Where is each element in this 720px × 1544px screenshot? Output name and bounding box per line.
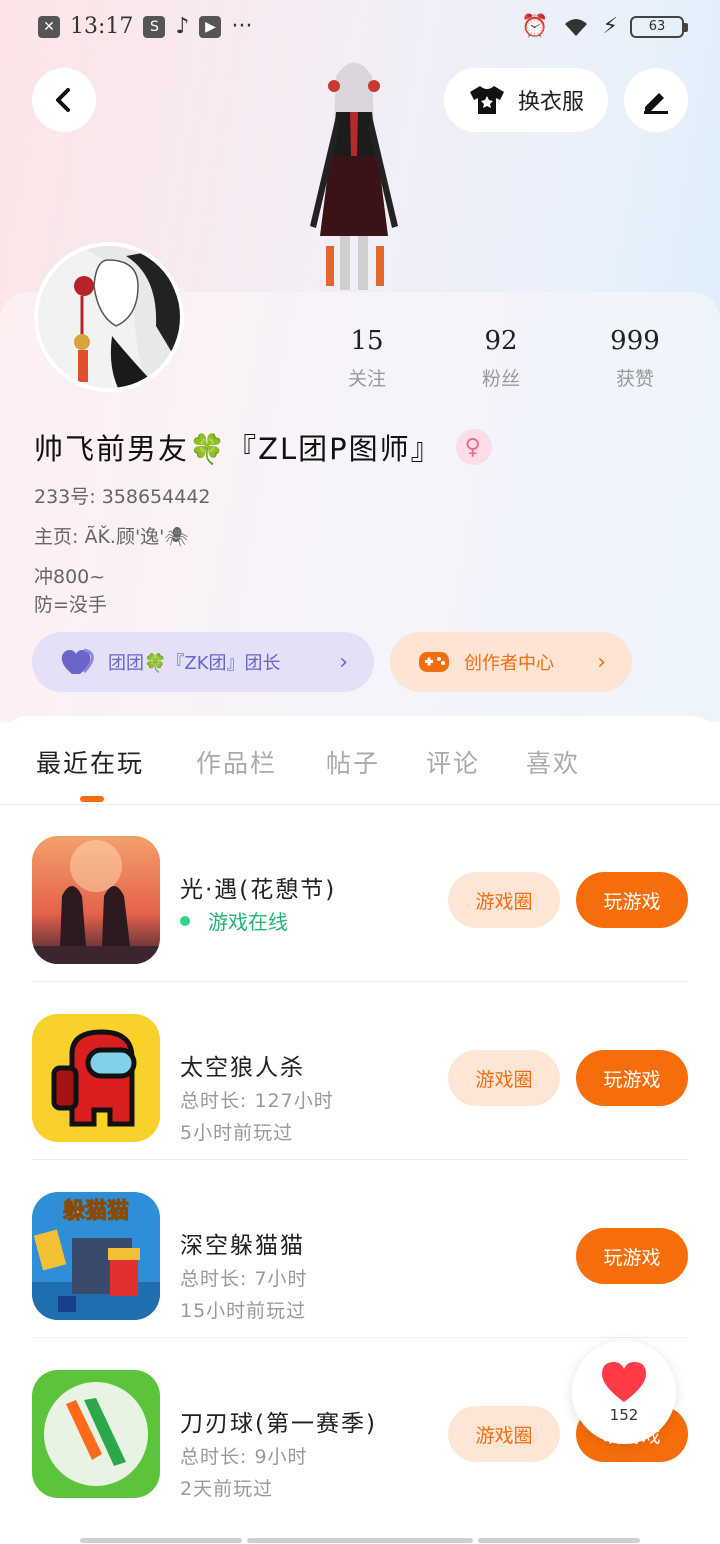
nickname: 帅飞前男友🍀『ZL团P图师』 xyxy=(34,432,442,466)
followers-stat[interactable]: 92 粉丝 xyxy=(434,326,568,391)
battery-level: 63 xyxy=(648,19,666,34)
game-circle-button[interactable]: 游戏圈 xyxy=(448,1050,560,1106)
tshirt-icon xyxy=(469,86,504,114)
active-tab-indicator xyxy=(80,796,104,802)
likes-label: 获赞 xyxy=(615,368,654,390)
bio-line-1: 冲800~ xyxy=(34,566,106,588)
game-icon-among-us[interactable] xyxy=(32,1014,160,1142)
charging-icon: ⚡ xyxy=(602,14,618,39)
edit-profile-button[interactable] xyxy=(624,68,688,132)
game-name: 光·遇(花憩节) xyxy=(180,877,337,903)
heart-icon xyxy=(602,1362,646,1402)
followers-count: 92 xyxy=(484,326,518,356)
profile-tabs: 最近在玩 作品栏 帖子 评论 喜欢 xyxy=(0,716,720,805)
avatar-image xyxy=(38,246,180,388)
homepage-line: 主页: ÃǨ.顾'逸'🕷 xyxy=(34,526,189,548)
user-avatar[interactable] xyxy=(34,242,184,392)
scroll-indicator-segment xyxy=(478,1538,640,1543)
character-figure[interactable] xyxy=(296,56,412,292)
game-name: 深空躲猫猫 xyxy=(180,1233,305,1259)
game-icon-sky[interactable] xyxy=(32,836,160,964)
scroll-indicator-segment xyxy=(80,1538,242,1543)
more-notifications-icon: ··· xyxy=(231,14,253,39)
following-count: 15 xyxy=(350,326,384,356)
close-notification-icon: ✕ xyxy=(38,15,60,38)
game-circle-button[interactable]: 游戏圈 xyxy=(448,1406,560,1462)
game-name: 刀刃球(第一赛季) xyxy=(180,1411,377,1437)
list-item[interactable]: 躲猫猫 深空躲猫猫 总时长: 7小时 15小时前玩过 玩游戏 xyxy=(32,1160,688,1338)
heart-group-icon xyxy=(61,648,94,674)
play-game-button[interactable]: 玩游戏 xyxy=(576,1228,688,1284)
likes-count: 999 xyxy=(610,326,660,356)
user-id: 233号: 358654442 xyxy=(34,486,211,508)
last-played: 2天前玩过 xyxy=(180,1478,274,1500)
list-item[interactable]: 光·遇(花憩节) 游戏在线 游戏圈 玩游戏 xyxy=(32,804,688,982)
gender-female-icon: ♀ xyxy=(455,429,492,465)
play-game-button[interactable]: 玩游戏 xyxy=(576,872,688,928)
chevron-left-icon xyxy=(56,88,70,112)
online-status-label: 游戏在线 xyxy=(208,910,288,934)
floating-like-button[interactable]: 152 xyxy=(572,1340,676,1444)
game-icon-blade-ball[interactable] xyxy=(32,1370,160,1498)
chevron-right-icon: › xyxy=(339,649,348,675)
tab-comments[interactable]: 评论 xyxy=(426,744,480,780)
following-stat[interactable]: 15 关注 xyxy=(300,326,434,391)
nickname-row: 帅飞前男友🍀『ZL团P图师』 ♀ xyxy=(34,426,492,468)
change-outfit-label: 换衣服 xyxy=(517,90,584,115)
last-played: 5小时前玩过 xyxy=(180,1122,294,1144)
gamepad-icon xyxy=(419,652,449,672)
chevron-right-icon: › xyxy=(597,649,606,675)
total-playtime: 总时长: 127小时 xyxy=(180,1090,334,1112)
creator-center-label: 创作者中心 xyxy=(464,653,554,674)
app-notification-icon: S xyxy=(143,15,166,38)
play-icon: ▶ xyxy=(199,15,222,38)
like-count: 152 xyxy=(609,1406,639,1424)
alarm-icon: ⏰ xyxy=(521,14,549,39)
wifi-icon xyxy=(564,18,587,36)
back-button[interactable] xyxy=(32,68,96,132)
change-outfit-button[interactable]: 换衣服 xyxy=(444,68,608,132)
game-icon-title: 躲猫猫 xyxy=(63,1198,129,1224)
online-status: 游戏在线 xyxy=(180,906,288,935)
scroll-indicator-segment xyxy=(247,1538,473,1543)
tab-likes[interactable]: 喜欢 xyxy=(526,744,580,780)
online-dot-icon xyxy=(180,915,190,926)
tab-works[interactable]: 作品栏 xyxy=(196,744,277,780)
game-name: 太空狼人杀 xyxy=(180,1055,305,1081)
status-bar: ✕ 13:17 S ♪ ▶ ··· ⏰ ⚡ 63 xyxy=(0,0,720,56)
list-item[interactable]: 太空狼人杀 总时长: 127小时 5小时前玩过 游戏圈 玩游戏 xyxy=(32,982,688,1160)
likes-stat[interactable]: 999 获赞 xyxy=(568,326,702,391)
bio-line-2: 防=没手 xyxy=(34,594,107,616)
game-icon-hide-and-seek[interactable]: 躲猫猫 xyxy=(32,1192,160,1320)
tiktok-icon: ♪ xyxy=(175,14,190,39)
status-time: 13:17 xyxy=(70,14,134,39)
tab-posts[interactable]: 帖子 xyxy=(326,744,380,780)
play-game-button[interactable]: 玩游戏 xyxy=(576,1050,688,1106)
following-label: 关注 xyxy=(347,368,386,390)
total-playtime: 总时长: 9小时 xyxy=(180,1446,308,1468)
game-circle-button[interactable]: 游戏圈 xyxy=(448,872,560,928)
profile-stats: 15 关注 92 粉丝 999 获赞 xyxy=(300,326,720,391)
group-leader-label: 团团🍀『ZK团』团长 xyxy=(108,653,281,674)
edit-pen-icon xyxy=(644,93,668,114)
followers-label: 粉丝 xyxy=(481,368,520,390)
group-leader-pill[interactable]: 团团🍀『ZK团』团长 › xyxy=(32,632,374,692)
battery-icon: 63 xyxy=(630,15,688,38)
total-playtime: 总时长: 7小时 xyxy=(180,1268,308,1290)
tab-recently-played[interactable]: 最近在玩 xyxy=(36,744,144,780)
last-played: 15小时前玩过 xyxy=(180,1300,307,1322)
creator-center-pill[interactable]: 创作者中心 › xyxy=(390,632,632,692)
